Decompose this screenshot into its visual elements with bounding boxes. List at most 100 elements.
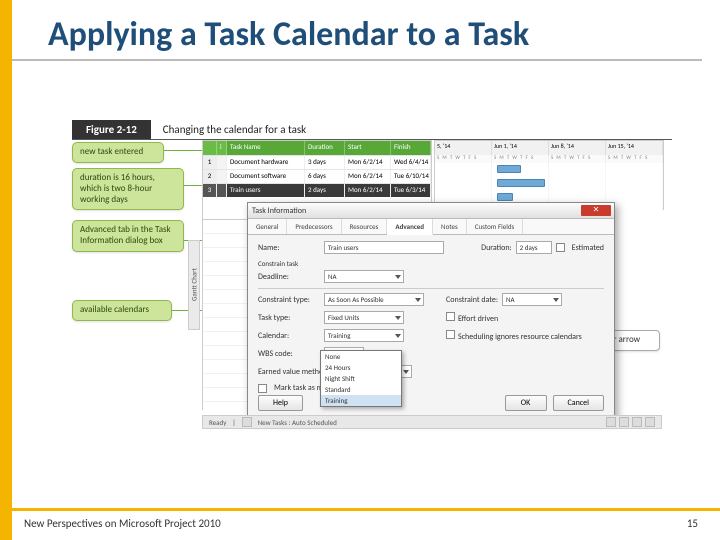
page-number: 15 xyxy=(687,517,698,530)
constraint-type-label: Constraint type: xyxy=(258,295,320,305)
cell-start: Mon 6/2/14 xyxy=(345,184,391,197)
status-divider: | xyxy=(232,418,235,427)
name-field[interactable]: Train users xyxy=(324,241,444,254)
tab-advanced[interactable]: Advanced xyxy=(387,219,433,235)
constrain-label: Constrain task xyxy=(258,259,604,268)
duration-label: Duration: xyxy=(481,243,512,253)
callout-advanced-tab: Advanced tab in the Task Information dia… xyxy=(72,220,184,252)
dropdown-option-selected[interactable]: Training xyxy=(321,395,401,406)
col-task-name[interactable]: Task Name xyxy=(227,141,305,155)
schedule-mode-icon[interactable] xyxy=(242,417,252,427)
calendar-field[interactable]: Training xyxy=(324,329,404,342)
arrow-line xyxy=(164,150,202,151)
task-information-dialog: Task Information ✕ General Predecessors … xyxy=(247,202,615,420)
gantt-bar[interactable] xyxy=(497,179,545,187)
dropdown-option[interactable]: None xyxy=(321,351,401,362)
row-id: 2 xyxy=(203,170,217,183)
deadline-label: Deadline: xyxy=(258,272,320,282)
callout-calendars: available calendars xyxy=(72,300,172,321)
day-labels: S M T W T F S xyxy=(606,155,663,163)
table-row[interactable]: 2 Document software 6 days Mon 6/2/14 Tu… xyxy=(203,169,431,183)
task-type-field[interactable]: Fixed Units xyxy=(324,311,404,324)
constraint-date-label: Constraint date: xyxy=(446,295,498,305)
day-labels: S M T W T F S xyxy=(492,155,549,163)
cell-start: Mon 6/2/14 xyxy=(345,170,391,183)
effort-driven-label: Effort driven xyxy=(458,314,498,324)
row-id: 1 xyxy=(203,156,217,169)
task-type-label: Task type: xyxy=(258,313,320,323)
dialog-footer: Help OK Cancel xyxy=(248,391,614,415)
dialog-titlebar[interactable]: Task Information ✕ xyxy=(248,203,614,219)
figure: Figure 2-12 Changing the calendar for a … xyxy=(72,120,672,440)
week-label: Jun 8, '14 xyxy=(549,141,606,155)
indicator-column: i xyxy=(217,141,227,155)
effort-driven-checkbox[interactable] xyxy=(446,312,455,321)
view-icon[interactable] xyxy=(632,417,642,427)
calendar-dropdown-list[interactable]: None 24 Hours Night Shift Standard Train… xyxy=(320,350,402,407)
cell-duration: 2 days xyxy=(305,184,345,197)
dropdown-option[interactable]: Night Shift xyxy=(321,373,401,384)
close-button[interactable]: ✕ xyxy=(581,205,611,216)
cell-finish: Wed 6/4/14 xyxy=(391,156,431,169)
view-icon[interactable] xyxy=(619,417,629,427)
gantt-bar[interactable] xyxy=(497,165,521,173)
ignore-checkbox[interactable] xyxy=(446,330,455,339)
footer-left: New Perspectives on Microsoft Project 20… xyxy=(24,517,221,530)
cell-start: Mon 6/2/14 xyxy=(345,156,391,169)
col-finish[interactable]: Finish xyxy=(391,141,431,155)
gantt-timescale-weeks: 5, '14 Jun 1, '14 Jun 8, '14 Jun 15, '14 xyxy=(435,141,663,155)
cell-task-name: Train users xyxy=(227,184,305,197)
table-row[interactable]: 1 Document hardware 3 days Mon 6/2/14 We… xyxy=(203,155,431,169)
wbs-label: WBS code: xyxy=(258,349,320,359)
dialog-body: Name: Train users Duration: 2 days Estim… xyxy=(248,235,614,404)
zoom-icon[interactable] xyxy=(645,417,655,427)
table-row-selected[interactable]: 3 Train users 2 days Mon 6/2/14 Tue 6/3/… xyxy=(203,183,431,197)
estimated-checkbox[interactable] xyxy=(556,243,565,252)
slide-title: Applying a Task Calendar to a Task xyxy=(12,0,702,61)
cell-task-name: Document hardware xyxy=(227,156,305,169)
grid-header: i Task Name Duration Start Finish xyxy=(203,141,431,155)
cell-duration: 6 days xyxy=(305,170,345,183)
tab-custom-fields[interactable]: Custom Fields xyxy=(467,219,524,234)
ok-button[interactable]: OK xyxy=(505,395,547,411)
deadline-field[interactable]: NA xyxy=(324,270,404,283)
figure-caption: Changing the calendar for a task xyxy=(151,123,306,136)
callout-new-task: new task entered xyxy=(72,142,164,163)
gantt-sidebar-label: Gantt Chart xyxy=(188,240,200,330)
gantt-chart: 5, '14 Jun 1, '14 Jun 8, '14 Jun 15, '14… xyxy=(434,140,664,210)
week-label: 5, '14 xyxy=(435,141,492,155)
col-start[interactable]: Start xyxy=(345,141,391,155)
constraint-type-field[interactable]: As Soon As Possible xyxy=(324,293,424,306)
figure-header: Figure 2-12 Changing the calendar for a … xyxy=(72,120,672,140)
cell-task-name: Document software xyxy=(227,170,305,183)
name-label: Name: xyxy=(258,243,320,253)
figure-label: Figure 2-12 xyxy=(72,120,151,139)
slide-footer: New Perspectives on Microsoft Project 20… xyxy=(12,508,720,530)
view-icon[interactable] xyxy=(606,417,616,427)
status-new-tasks: New Tasks : Auto Scheduled xyxy=(258,418,337,427)
figure-body: new task entered duration is 16 hours, w… xyxy=(72,140,672,435)
week-label: Jun 1, '14 xyxy=(492,141,549,155)
tab-predecessors[interactable]: Predecessors xyxy=(287,219,341,234)
status-ready: Ready xyxy=(209,418,226,427)
row-id: 3 xyxy=(203,184,217,197)
status-bar: Ready | New Tasks : Auto Scheduled xyxy=(202,415,662,429)
tab-general[interactable]: General xyxy=(248,219,287,234)
dialog-title: Task Information xyxy=(252,206,306,216)
day-labels: S M T W T F S xyxy=(549,155,606,163)
calendar-label: Calendar: xyxy=(258,331,320,341)
dialog-tabs: General Predecessors Resources Advanced … xyxy=(248,219,614,235)
dropdown-option[interactable]: 24 Hours xyxy=(321,362,401,373)
estimated-label: Estimated xyxy=(572,243,604,253)
callout-duration: duration is 16 hours, which is two 8-hou… xyxy=(72,168,184,210)
cell-finish: Tue 6/10/14 xyxy=(391,170,431,183)
help-button[interactable]: Help xyxy=(258,395,303,411)
gantt-bar[interactable] xyxy=(497,193,513,201)
tab-resources[interactable]: Resources xyxy=(342,219,388,234)
tab-notes[interactable]: Notes xyxy=(433,219,467,234)
constraint-date-field[interactable]: NA xyxy=(502,293,562,306)
col-duration[interactable]: Duration xyxy=(305,141,345,155)
cancel-button[interactable]: Cancel xyxy=(553,395,605,411)
dropdown-option[interactable]: Standard xyxy=(321,384,401,395)
duration-field[interactable]: 2 days xyxy=(516,241,552,254)
